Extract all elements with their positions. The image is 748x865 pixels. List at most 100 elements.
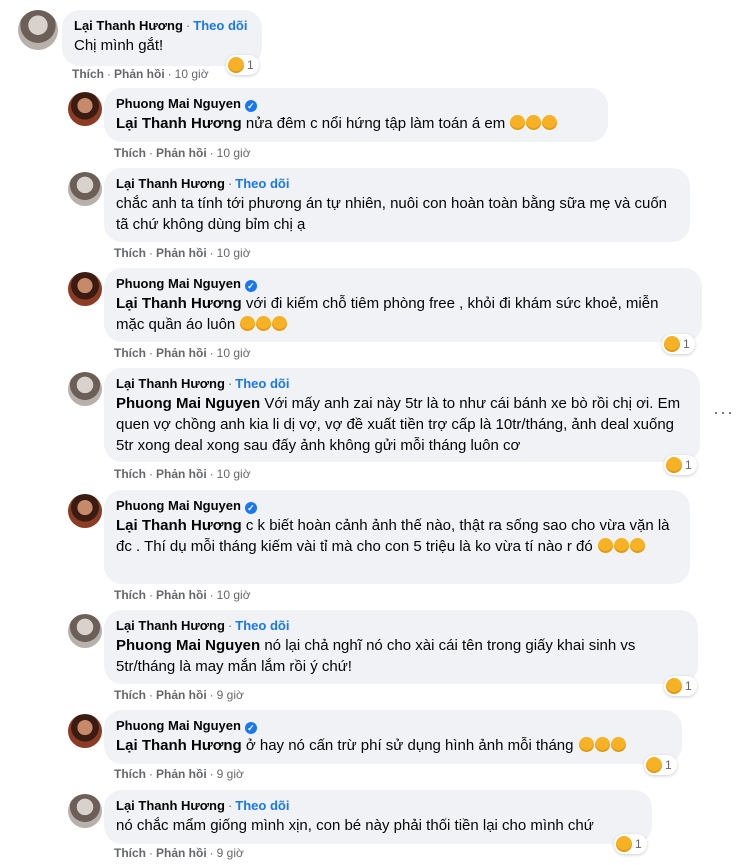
comment-text: nó chắc mẩm giống mình xịn, con bé này p… (116, 817, 594, 834)
comment-time[interactable]: 10 giờ (217, 246, 251, 260)
avatar[interactable] (68, 614, 102, 648)
reply-button[interactable]: Phản hồi (114, 67, 165, 81)
reaction-badge[interactable]: 1 (226, 55, 259, 75)
like-button[interactable]: Thích (114, 688, 146, 702)
mention-link[interactable]: Lại Thanh Hương (116, 115, 242, 132)
like-button[interactable]: Thích (114, 246, 146, 260)
like-button[interactable]: Thích (114, 767, 146, 781)
reaction-badge[interactable]: 1 (664, 676, 697, 696)
like-button[interactable]: Thích (72, 67, 104, 81)
reply-button[interactable]: Phản hồi (156, 467, 207, 481)
comment-author[interactable]: Lại Thanh Hương (116, 376, 225, 391)
laughing-emoji-icon (526, 115, 542, 130)
comment-text: Lại Thanh Hương với đi kiếm chỗ tiêm phò… (116, 295, 659, 333)
comment-author[interactable]: Phuong Mai Nguyen (116, 498, 241, 513)
comment-actions: Thích · Phản hồi · 10 giờ (114, 467, 251, 481)
more-options-icon[interactable]: ··· (713, 403, 734, 421)
mention-link[interactable]: Lại Thanh Hương (116, 295, 242, 312)
comment-bubble: Phuong Mai Nguyen ✓ Lại Thanh Hương ở hay… (104, 710, 682, 764)
reply-button[interactable]: Phản hồi (156, 246, 207, 260)
comment-bubble: Phuong Mai Nguyen ✓ Lại Thanh Hương c k b… (104, 490, 690, 584)
haha-reaction-icon (616, 836, 632, 852)
comment-text: Lại Thanh Hương c k biết hoàn cảnh ảnh t… (116, 517, 670, 555)
haha-reaction-icon (664, 336, 680, 352)
follow-link[interactable]: Theo dõi (193, 18, 247, 33)
follow-link[interactable]: Theo dõi (235, 798, 289, 813)
like-button[interactable]: Thích (114, 146, 146, 160)
avatar[interactable] (18, 10, 58, 50)
verified-badge-icon: ✓ (244, 280, 257, 292)
reply-button[interactable]: Phản hồi (156, 146, 207, 160)
reply-button[interactable]: Phản hồi (156, 688, 207, 702)
comment-actions: Thích · Phản hồi · 10 giờ (72, 67, 209, 81)
laughing-emoji-icon (272, 316, 288, 331)
comment-author[interactable]: Phuong Mai Nguyen (116, 96, 241, 111)
avatar[interactable] (68, 92, 102, 126)
comment-time[interactable]: 10 giờ (217, 146, 251, 160)
comment-actions: Thích · Phản hồi · 9 giờ (114, 846, 244, 860)
laughing-emoji-icon (578, 737, 594, 752)
comment-time[interactable]: 9 giờ (217, 688, 244, 702)
follow-link[interactable]: Theo dõi (235, 176, 289, 191)
reply-button[interactable]: Phản hồi (156, 846, 207, 860)
comment-actions: Thích · Phản hồi · 9 giờ (114, 767, 244, 781)
like-button[interactable]: Thích (114, 588, 146, 602)
comment-time[interactable]: 10 giờ (217, 467, 251, 481)
comment-time[interactable]: 10 giờ (217, 346, 251, 360)
comment-bubble: Phuong Mai Nguyen ✓ Lại Thanh Hương với đ… (104, 268, 702, 342)
comment-author[interactable]: Phuong Mai Nguyen (116, 718, 241, 733)
like-button[interactable]: Thích (114, 467, 146, 481)
laughing-emoji-icon (510, 115, 526, 130)
comment-text: Lại Thanh Hương ở hay nó cấn trừ phí sử … (116, 735, 670, 756)
reply-button[interactable]: Phản hồi (156, 588, 207, 602)
comment-time[interactable]: 9 giờ (217, 846, 244, 860)
follow-link[interactable]: Theo dõi (235, 618, 289, 633)
avatar[interactable] (68, 272, 102, 306)
comment-time[interactable]: 10 giờ (175, 67, 209, 81)
comment-bubble: Lại Thanh Hương · Theo dõi nó chắc mẩm giố… (104, 790, 652, 844)
verified-badge-icon: ✓ (244, 722, 257, 734)
mention-link[interactable]: Phuong Mai Nguyen (116, 637, 260, 654)
comment-author[interactable]: Phuong Mai Nguyen (116, 276, 241, 291)
comment-text: Phuong Mai Nguyen Với mấy anh zai này 5t… (116, 395, 681, 454)
like-button[interactable]: Thích (114, 846, 146, 860)
comment-time[interactable]: 10 giờ (217, 588, 251, 602)
avatar[interactable] (68, 372, 102, 406)
reaction-badge[interactable]: 1 (662, 334, 695, 354)
comment-author[interactable]: Lại Thanh Hương (116, 618, 225, 633)
haha-reaction-icon (666, 457, 682, 473)
comment-actions: Thích · Phản hồi · 10 giờ (114, 246, 251, 260)
reply-button[interactable]: Phản hồi (156, 767, 207, 781)
comment-bubble: Lại Thanh Hương · Theo dõi Phuong Mai Nguy… (104, 610, 698, 684)
avatar[interactable] (68, 714, 102, 748)
comment-author[interactable]: Lại Thanh Hương (74, 18, 183, 33)
comment-author[interactable]: Lại Thanh Hương (116, 176, 225, 191)
reply-button[interactable]: Phản hồi (156, 346, 207, 360)
reaction-badge[interactable]: 1 (614, 834, 647, 854)
laughing-emoji-icon (613, 538, 629, 553)
comment-actions: Thích · Phản hồi · 10 giờ (114, 588, 251, 602)
reaction-badge[interactable]: 1 (664, 455, 697, 475)
follow-link[interactable]: Theo dõi (235, 376, 289, 391)
laughing-emoji-icon (597, 538, 613, 553)
verified-badge-icon: ✓ (244, 100, 257, 112)
laughing-emoji-icon (610, 737, 626, 752)
avatar[interactable] (68, 494, 102, 528)
comment-actions: Thích · Phản hồi · 10 giờ (114, 146, 251, 160)
comment-text: chắc anh ta tính tới phương án tự nhiên,… (116, 195, 668, 233)
mention-link[interactable]: Lại Thanh Hương (116, 737, 242, 754)
mention-link[interactable]: Lại Thanh Hương (116, 517, 242, 534)
comment-text: Lại Thanh Hương nửa đêm c nổi hứng tập l… (116, 113, 596, 134)
comment-time[interactable]: 9 giờ (217, 767, 244, 781)
comment-author[interactable]: Lại Thanh Hương (116, 798, 225, 813)
like-button[interactable]: Thích (114, 346, 146, 360)
laughing-emoji-icon (594, 737, 610, 752)
laughing-emoji-icon (256, 316, 272, 331)
haha-reaction-icon (228, 57, 244, 73)
comment-bubble: Lại Thanh Hương · Theo dõi Phuong Mai Nguy… (104, 368, 700, 462)
mention-link[interactable]: Phuong Mai Nguyen (116, 395, 260, 412)
reaction-badge[interactable]: 1 (644, 755, 677, 775)
comment-text: Phuong Mai Nguyen nó lại chả nghĩ nó cho… (116, 637, 636, 675)
avatar[interactable] (68, 794, 102, 828)
avatar[interactable] (68, 172, 102, 206)
